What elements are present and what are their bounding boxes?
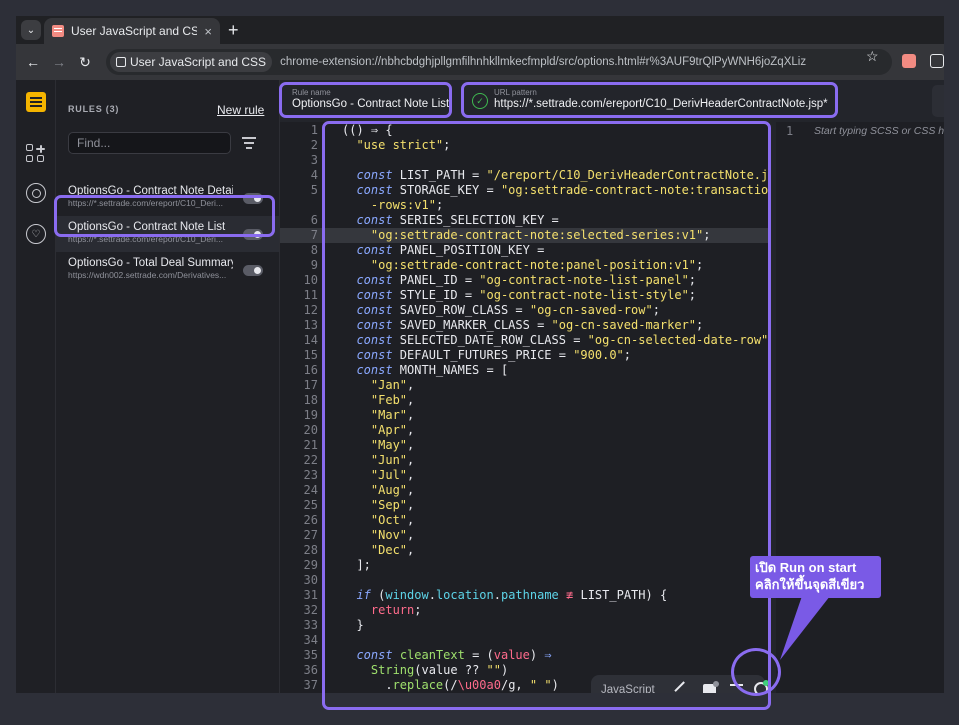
line-number: 5 bbox=[310, 183, 318, 197]
left-rail: ♡ bbox=[16, 80, 56, 693]
line-number: 18 bbox=[303, 393, 318, 407]
css-editor[interactable]: 1 Start typing SCSS or CSS here bbox=[776, 122, 944, 693]
highlight-code-editor bbox=[322, 121, 771, 710]
reload-icon[interactable]: ↻ bbox=[76, 53, 94, 71]
line-number: 30 bbox=[303, 573, 318, 587]
browser-tab[interactable]: User JavaScript and CSS × bbox=[44, 18, 220, 44]
highlight-rule-name bbox=[279, 82, 452, 118]
tab-title: User JavaScript and CSS bbox=[71, 24, 198, 38]
add-module-icon[interactable] bbox=[26, 144, 46, 164]
line-number: 20 bbox=[303, 423, 318, 437]
line-number: 15 bbox=[303, 348, 318, 362]
highlight-url-pattern bbox=[461, 82, 838, 118]
extension-icon bbox=[116, 57, 126, 67]
line-number: 23 bbox=[303, 468, 318, 482]
settings-icon[interactable] bbox=[26, 183, 46, 203]
line-number: 17 bbox=[303, 378, 318, 392]
new-rule-button[interactable]: New rule bbox=[217, 103, 264, 117]
line-number: 21 bbox=[303, 438, 318, 452]
user-js-css-extension-icon[interactable] bbox=[902, 54, 916, 68]
line-number: 6 bbox=[310, 213, 318, 227]
forward-arrow-icon[interactable]: → bbox=[50, 53, 68, 71]
line-number: 36 bbox=[303, 663, 318, 677]
browser-toolbar: ← → ↻ User JavaScript and CSS chrome-ext… bbox=[16, 44, 944, 80]
line-number: 29 bbox=[303, 558, 318, 572]
editor-options-button[interactable] bbox=[932, 85, 944, 117]
line-number: 3 bbox=[310, 153, 318, 167]
line-number: 11 bbox=[303, 288, 318, 302]
line-number: 26 bbox=[303, 513, 318, 527]
url-text[interactable]: chrome-extension://nbhcbdghjpllgmfilhnhk… bbox=[280, 56, 806, 68]
line-number: 10 bbox=[303, 273, 318, 287]
new-tab-button[interactable]: + bbox=[228, 20, 239, 40]
line-number: 25 bbox=[303, 498, 318, 512]
line-number: 2 bbox=[310, 138, 318, 152]
bookmark-star-icon[interactable]: ☆ bbox=[866, 48, 879, 65]
instruction-callout: เปิด Run on start คลิกให้ขึ้นจุดสีเขียว bbox=[750, 556, 881, 598]
line-number: 8 bbox=[310, 243, 318, 257]
line-number: 34 bbox=[303, 633, 318, 647]
line-number: 14 bbox=[303, 333, 318, 347]
line-number: 35 bbox=[303, 648, 318, 662]
line-number: 12 bbox=[303, 303, 318, 317]
line-number: 37 bbox=[303, 678, 318, 692]
line-number: 13 bbox=[303, 318, 318, 332]
callout-line-1: เปิด Run on start bbox=[755, 560, 857, 575]
line-number: 31 bbox=[303, 588, 318, 602]
tab-strip: ⌄ User JavaScript and CSS × + bbox=[16, 16, 944, 44]
rules-sidebar: RULES (3) New rule OptionsGo - Contract … bbox=[56, 80, 280, 693]
css-line-number: 1 bbox=[786, 124, 794, 138]
line-number: 16 bbox=[303, 363, 318, 377]
line-number: 27 bbox=[303, 528, 318, 542]
filter-icon[interactable] bbox=[242, 137, 256, 149]
back-arrow-icon[interactable]: ← bbox=[24, 53, 42, 71]
chevron-down-icon: ⌄ bbox=[26, 24, 36, 36]
line-number: 22 bbox=[303, 453, 318, 467]
site-chip-label: User JavaScript and CSS bbox=[130, 55, 267, 69]
line-number: 19 bbox=[303, 408, 318, 422]
line-number: 4 bbox=[310, 168, 318, 182]
rules-header: RULES (3) bbox=[68, 104, 120, 114]
rule-name: OptionsGo - Total Deal Summary bbox=[68, 257, 233, 269]
rules-list-icon[interactable] bbox=[26, 92, 46, 112]
line-number: 1 bbox=[310, 123, 318, 137]
rule-item-total-deal-summary[interactable]: OptionsGo - Total Deal Summary https://w… bbox=[56, 252, 279, 288]
line-number: 24 bbox=[303, 483, 318, 497]
support-heart-icon[interactable]: ♡ bbox=[26, 224, 46, 244]
line-number: 28 bbox=[303, 543, 318, 557]
callout-line-2: คลิกให้ขึ้นจุดสีเขียว bbox=[755, 577, 865, 592]
find-input[interactable] bbox=[68, 132, 231, 154]
highlight-selected-rule bbox=[54, 195, 275, 237]
rule-enable-toggle[interactable] bbox=[243, 265, 263, 276]
extensions-puzzle-icon[interactable] bbox=[930, 54, 944, 68]
rule-pattern: https://wdn002.settrade.com/Derivatives.… bbox=[68, 270, 227, 280]
line-number: 7 bbox=[310, 228, 318, 242]
address-bar[interactable]: User JavaScript and CSS chrome-extension… bbox=[106, 49, 892, 75]
site-info-chip[interactable]: User JavaScript and CSS bbox=[110, 52, 273, 72]
tab-close-icon[interactable]: × bbox=[204, 25, 212, 38]
line-number: 33 bbox=[303, 618, 318, 632]
css-placeholder: Start typing SCSS or CSS here bbox=[814, 125, 944, 137]
extension-favicon-icon bbox=[52, 25, 64, 37]
highlight-run-on-start bbox=[731, 648, 781, 696]
tab-search-button[interactable]: ⌄ bbox=[21, 20, 41, 40]
line-number: 32 bbox=[303, 603, 318, 617]
line-number: 9 bbox=[310, 258, 318, 272]
